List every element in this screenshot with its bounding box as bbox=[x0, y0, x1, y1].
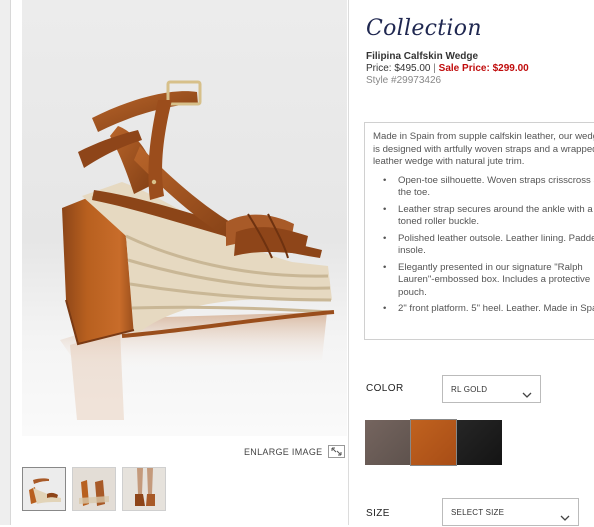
product-name: Filipina Calfskin Wedge bbox=[366, 51, 479, 62]
column-divider bbox=[348, 0, 349, 525]
left-edge-strip bbox=[0, 0, 10, 525]
thumbnail-strip bbox=[22, 467, 166, 511]
description-bullet: Elegantly presented in our signature "Ra… bbox=[373, 262, 594, 300]
description-intro: Made in Spain from supple calfskin leath… bbox=[373, 131, 594, 167]
color-select-value: RL GOLD bbox=[451, 384, 488, 394]
collection-title: Collection bbox=[366, 16, 482, 41]
color-select[interactable]: RL GOLD bbox=[442, 375, 541, 403]
size-select[interactable]: SELECT SIZE bbox=[442, 498, 579, 526]
regular-price: Price: $495.00 bbox=[366, 63, 431, 74]
enlarge-image-link[interactable]: ENLARGE IMAGE bbox=[244, 445, 346, 458]
style-number: Style #29973426 bbox=[366, 75, 442, 86]
expand-icon[interactable] bbox=[328, 445, 346, 458]
price-separator: | bbox=[433, 63, 436, 74]
chevron-down-icon bbox=[560, 509, 570, 521]
chevron-down-icon bbox=[522, 386, 532, 398]
left-edge-divider bbox=[10, 0, 11, 525]
description-bullet-list: Open-toe silhouette. Woven straps crissc… bbox=[373, 175, 594, 316]
thumbnail-model-view[interactable] bbox=[122, 467, 166, 511]
description-bullet: 2" front platform. 5" heel. Leather. Mad… bbox=[373, 303, 594, 316]
description-bullet: Leather strap secures around the ankle w… bbox=[373, 204, 594, 229]
color-swatches bbox=[365, 419, 502, 466]
product-description-box[interactable]: Made in Spain from supple calfskin leath… bbox=[364, 122, 594, 340]
size-select-value: SELECT SIZE bbox=[451, 507, 505, 517]
description-bullet: Polished leather outsole. Leather lining… bbox=[373, 233, 594, 258]
size-label: SIZE bbox=[366, 508, 390, 519]
price-line: Price: $495.00 | Sale Price: $299.00 bbox=[366, 63, 529, 74]
thumbnail-side-view[interactable] bbox=[22, 467, 66, 511]
swatch-rl-gold[interactable] bbox=[410, 419, 457, 466]
enlarge-image-label: ENLARGE IMAGE bbox=[244, 446, 323, 457]
description-bullet: Open-toe silhouette. Woven straps crissc… bbox=[373, 175, 594, 200]
product-main-image[interactable] bbox=[22, 0, 347, 436]
sale-price: Sale Price: $299.00 bbox=[438, 63, 529, 74]
wedge-sandal-illustration bbox=[60, 80, 335, 420]
color-label: COLOR bbox=[366, 383, 404, 394]
swatch-taupe[interactable] bbox=[365, 420, 410, 465]
swatch-black[interactable] bbox=[457, 420, 502, 465]
thumbnail-pair-view[interactable] bbox=[72, 467, 116, 511]
